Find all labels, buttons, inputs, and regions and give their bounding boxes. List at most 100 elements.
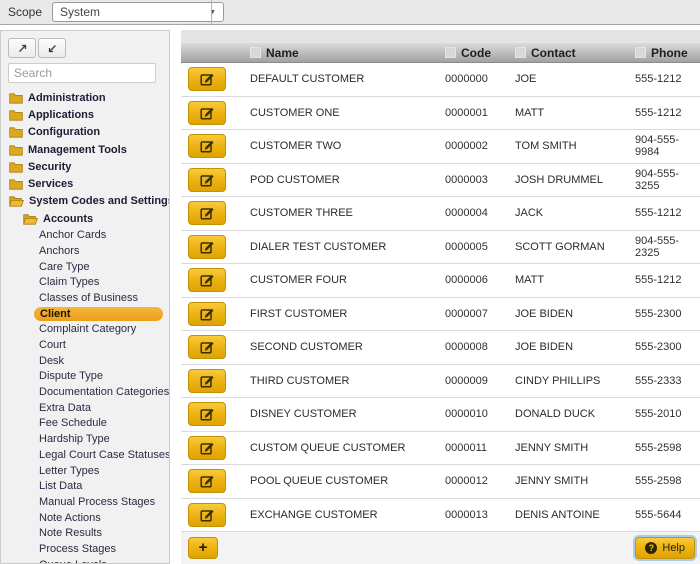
column-header-phone[interactable]: Phone [635,46,700,60]
pencil-square-icon [200,508,215,522]
tree-item-fee-schedule[interactable]: Fee Schedule [1,416,169,432]
tree-item-note-results[interactable]: Note Results [1,525,169,541]
contact-cell: CINDY PHILLIPS [515,375,635,387]
table-row: POOL QUEUE CUSTOMER0000012JENNY SMITH555… [181,465,700,499]
tree-item-process-stages[interactable]: Process Stages [1,541,169,557]
tree-item-documentation-categories[interactable]: Documentation Categories [1,384,169,400]
edit-cell [181,369,250,393]
edit-row-button[interactable] [188,134,226,158]
edit-row-button[interactable] [188,201,226,225]
tree-item-list-data[interactable]: List Data [1,478,169,494]
edit-cell [181,101,250,125]
edit-row-button[interactable] [188,469,226,493]
code-cell: 0000000 [445,73,515,85]
tree-item-note-actions[interactable]: Note Actions [1,510,169,526]
edit-row-button[interactable] [188,101,226,125]
edit-cell [181,235,250,259]
tree-item-court[interactable]: Court [1,337,169,353]
edit-row-button[interactable] [188,503,226,527]
edit-row-button[interactable] [188,402,226,426]
tree-item-client[interactable]: Client [1,306,169,322]
tree-item-label: Legal Court Case Statuses [39,449,170,461]
folder-open-icon [9,195,29,207]
phone-cell: 555-1212 [635,207,700,219]
tree-item-complaint-category[interactable]: Complaint Category [1,322,169,338]
folder-icon [9,161,28,173]
table-row: CUSTOMER THREE0000004JACK555-1212 [181,197,700,231]
tree-item-security[interactable]: Security [1,158,169,175]
tree-item-accounts[interactable]: Accounts [1,210,169,227]
name-cell: SECOND CUSTOMER [250,341,445,353]
tree-item-anchor-cards[interactable]: Anchor Cards [1,227,169,243]
tree-item-desk[interactable]: Desk [1,353,169,369]
scope-dropdown[interactable]: System ▼ [52,2,224,22]
column-header-name[interactable]: Name [250,46,445,60]
phone-column-checkbox[interactable] [635,47,646,58]
folder-icon [9,178,28,190]
table-row: EXCHANGE CUSTOMER0000013DENIS ANTOINE555… [181,499,700,533]
tree-item-dispute-type[interactable]: Dispute Type [1,369,169,385]
edit-row-button[interactable] [188,335,226,359]
folder-icon [9,109,28,121]
tree-item-manual-process-stages[interactable]: Manual Process Stages [1,494,169,510]
tree-item-management-tools[interactable]: Management Tools [1,141,169,158]
code-cell: 0000002 [445,140,515,152]
contact-cell: JACK [515,207,635,219]
tree-item-label: Hardship Type [39,433,110,445]
contact-column-checkbox[interactable] [515,47,526,58]
collapse-all-button[interactable] [38,38,66,58]
name-cell: EXCHANGE CUSTOMER [250,509,445,521]
tree-item-configuration[interactable]: Configuration [1,124,169,141]
add-client-button[interactable]: + [188,537,218,559]
help-button[interactable]: ? Help [635,537,695,559]
contact-cell: JOE BIDEN [515,308,635,320]
edit-row-button[interactable] [188,67,226,91]
edit-row-button[interactable] [188,268,226,292]
tree-item-queue-levels[interactable]: Queue Levels [1,557,169,564]
toolbar-divider [211,0,212,24]
navigation-sidebar: Administration Applications Configuration M… [0,30,170,564]
folder-icon [9,144,28,156]
tree-item-label: Claim Types [39,276,99,288]
name-column-checkbox[interactable] [250,47,261,58]
table-row: FIRST CUSTOMER0000007JOE BIDEN555-2300 [181,298,700,332]
settings-tree: Administration Applications Configuration M… [1,89,169,564]
column-header-contact[interactable]: Contact [515,46,635,60]
scope-selected-value: System [60,5,100,19]
code-column-checkbox[interactable] [445,47,456,58]
tree-item-label: Management Tools [28,144,127,156]
search-input[interactable] [8,63,156,83]
tree-item-letter-types[interactable]: Letter Types [1,463,169,479]
tree-item-services[interactable]: Services [1,175,169,192]
tree-item-classes-of-business[interactable]: Classes of Business [1,290,169,306]
edit-row-button[interactable] [188,302,226,326]
edit-cell [181,402,250,426]
tree-item-care-type[interactable]: Care Type [1,259,169,275]
tree-item-extra-data[interactable]: Extra Data [1,400,169,416]
edit-row-button[interactable] [188,168,226,192]
tree-item-applications[interactable]: Applications [1,106,169,123]
contact-cell: DENIS ANTOINE [515,509,635,521]
column-header-label: Code [461,46,491,60]
code-cell: 0000004 [445,207,515,219]
edit-row-button[interactable] [188,369,226,393]
tree-item-claim-types[interactable]: Claim Types [1,274,169,290]
tree-item-label: Note Actions [39,512,101,524]
edit-row-button[interactable] [188,235,226,259]
tree-item-administration[interactable]: Administration [1,89,169,106]
edit-cell [181,134,250,158]
tree-item-legal-court-case-statuses[interactable]: Legal Court Case Statuses [1,447,169,463]
tree-item-label: Services [28,178,73,190]
tree-item-label: List Data [39,480,82,492]
folder-open-icon [23,213,43,225]
expand-all-button[interactable] [8,38,36,58]
edit-row-button[interactable] [188,436,226,460]
tree-item-system-codes-and-settings[interactable]: System Codes and Settings [1,193,169,210]
column-header-code[interactable]: Code [445,46,515,60]
tree-item-label: Applications [28,109,94,121]
code-cell: 0000005 [445,241,515,253]
edit-cell [181,436,250,460]
tree-item-hardship-type[interactable]: Hardship Type [1,431,169,447]
tree-item-anchors[interactable]: Anchors [1,243,169,259]
edit-cell [181,168,250,192]
